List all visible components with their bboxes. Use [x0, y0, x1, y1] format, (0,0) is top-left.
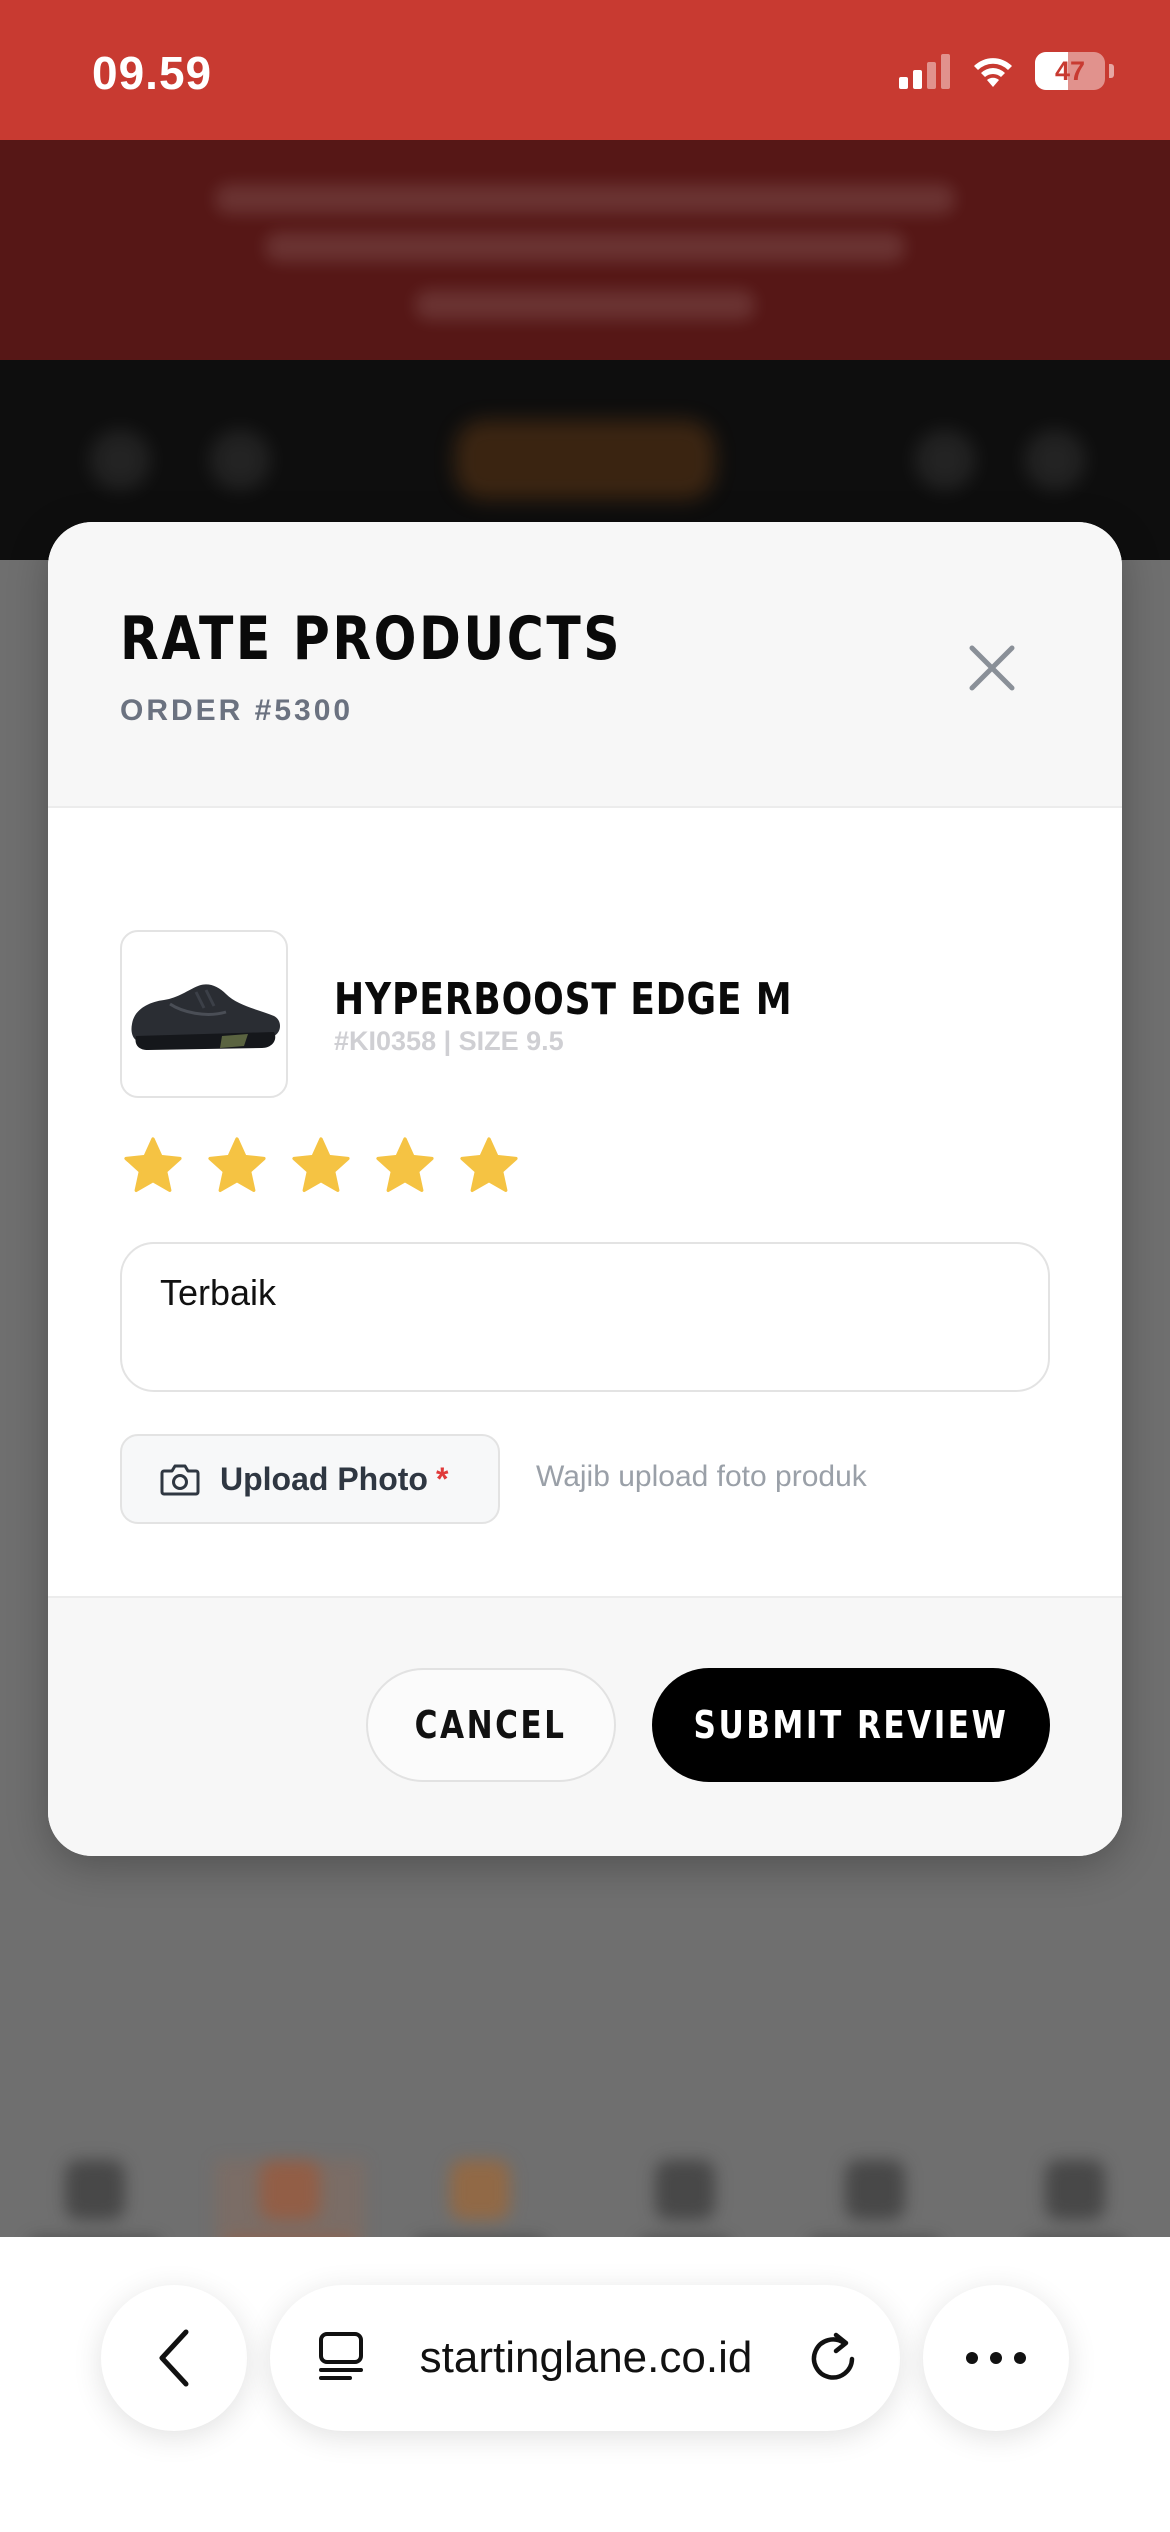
- star-icon[interactable]: [456, 1134, 522, 1200]
- close-button[interactable]: [956, 632, 1028, 704]
- status-time: 09.59: [92, 47, 213, 99]
- required-asterisk: *: [435, 1460, 449, 1497]
- product-sku-size: #KI0358 | SIZE 9.5: [334, 1026, 564, 1056]
- back-button[interactable]: [101, 2285, 247, 2431]
- order-number: ORDER #5300: [120, 694, 354, 727]
- battery-icon: 47: [1035, 52, 1105, 90]
- more-icon: [966, 2352, 1026, 2364]
- sneaker-icon: [131, 984, 280, 1050]
- upload-photo-button[interactable]: Upload Photo *: [120, 1434, 500, 1524]
- cellular-signal-icon: [899, 54, 950, 89]
- tab-layout-icon: [319, 2332, 363, 2380]
- modal-footer: CANCEL SUBMIT REVIEW: [48, 1596, 1122, 1856]
- background-promo-banner: [0, 140, 1170, 360]
- battery-percent: 47: [1054, 56, 1086, 86]
- star-icon[interactable]: [204, 1134, 270, 1200]
- browser-toolbar: startinglane.co.id: [0, 2237, 1170, 2532]
- submit-review-label: SUBMIT REVIEW: [693, 1703, 1009, 1747]
- star-rating[interactable]: [120, 1134, 522, 1200]
- camera-icon: [160, 1464, 200, 1496]
- wifi-icon: [974, 58, 1012, 87]
- cancel-button[interactable]: CANCEL: [366, 1668, 616, 1782]
- status-bar: 09.59 47: [0, 0, 1170, 140]
- star-icon[interactable]: [120, 1134, 186, 1200]
- upload-hint: Wajib upload foto produk: [536, 1460, 867, 1493]
- status-icons: 47: [897, 52, 1114, 90]
- battery-cap: [1109, 64, 1114, 78]
- address-bar[interactable]: startinglane.co.id: [270, 2285, 900, 2431]
- cancel-label: CANCEL: [415, 1703, 567, 1747]
- submit-review-button[interactable]: SUBMIT REVIEW: [652, 1668, 1050, 1782]
- product-image: [120, 930, 288, 1098]
- review-textarea[interactable]: Terbaik: [120, 1242, 1050, 1392]
- star-icon[interactable]: [372, 1134, 438, 1200]
- chevron-left-icon: [159, 2329, 189, 2387]
- modal-header: RATE PRODUCTS ORDER #5300: [48, 522, 1122, 808]
- star-icon[interactable]: [288, 1134, 354, 1200]
- modal-title: RATE PRODUCTS: [120, 604, 623, 674]
- upload-photo-label: Upload Photo: [220, 1460, 428, 1497]
- product-name: HYPERBOOST EDGE M: [334, 974, 793, 1025]
- more-button[interactable]: [923, 2285, 1069, 2431]
- reload-icon[interactable]: [806, 2331, 860, 2385]
- url-text: startinglane.co.id: [419, 2333, 753, 2382]
- close-icon: [969, 645, 1015, 691]
- rate-products-modal: RATE PRODUCTS ORDER #5300 HYPERBOOST EDG…: [48, 522, 1122, 1856]
